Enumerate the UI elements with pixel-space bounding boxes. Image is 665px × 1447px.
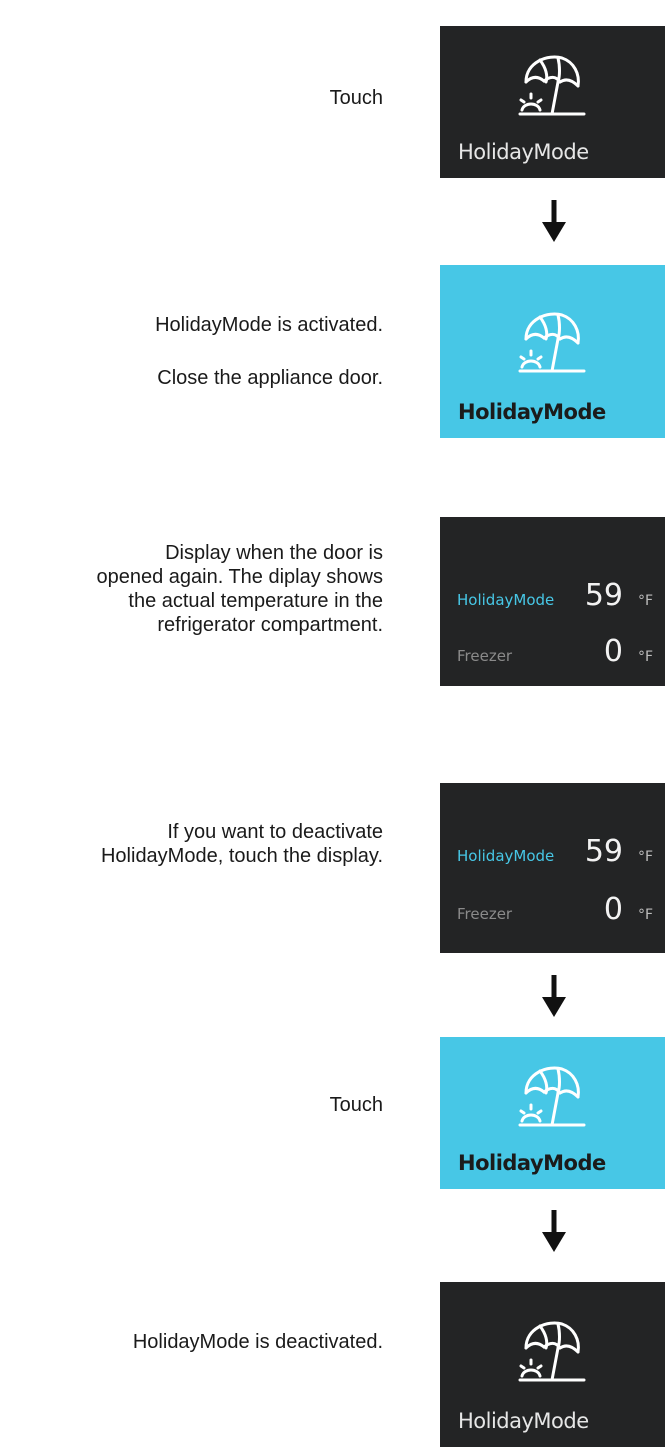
beach-umbrella-sun-icon xyxy=(518,312,586,373)
temp-unit: °F xyxy=(637,907,653,923)
holidaymode-temp-value: 59 xyxy=(584,834,623,869)
beach-umbrella-sun-icon xyxy=(518,1066,586,1127)
holidaymode-label: HolidayMode xyxy=(458,1151,606,1175)
step2-instruction-1: HolidayMode is activated. xyxy=(155,314,383,336)
holidaymode-button-active[interactable]: HolidayMode xyxy=(440,1037,665,1189)
down-arrow-icon xyxy=(542,1210,566,1252)
freezer-temp-value: 0 xyxy=(603,634,623,669)
holidaymode-temp-value: 59 xyxy=(584,578,623,613)
step5-instruction: Touch xyxy=(329,1094,383,1116)
down-arrow-icon xyxy=(542,200,566,242)
holidaymode-label: HolidayMode xyxy=(458,140,589,164)
freezer-temp-value: 0 xyxy=(603,892,623,927)
step3-instruction: Display when the door is opened again. T… xyxy=(96,542,383,636)
beach-umbrella-sun-icon xyxy=(518,55,586,116)
freezer-row-label: Freezer xyxy=(457,905,513,923)
holidaymode-label: HolidayMode xyxy=(458,1409,589,1433)
temp-unit: °F xyxy=(637,849,653,865)
holidaymode-row-label: HolidayMode xyxy=(457,591,555,609)
step6-instruction: HolidayMode is deactivated. xyxy=(132,1331,383,1353)
step1-instruction: Touch xyxy=(329,87,383,109)
holidaymode-button-inactive[interactable]: HolidayMode xyxy=(440,26,665,178)
holidaymode-button-inactive[interactable]: HolidayMode xyxy=(440,1282,665,1447)
temp-unit: °F xyxy=(637,649,653,665)
down-arrow-icon xyxy=(542,975,566,1017)
freezer-temp-row: Freezer 0 °F xyxy=(457,889,653,929)
step4-instruction: If you want to deactivate HolidayMode, t… xyxy=(100,821,383,867)
holidaymode-label: HolidayMode xyxy=(458,400,606,424)
holidaymode-temp-row: HolidayMode 59 °F xyxy=(457,575,653,615)
temperature-display-touch[interactable]: HolidayMode 59 °F Freezer 0 °F xyxy=(440,783,665,953)
freezer-row-label: Freezer xyxy=(457,647,513,665)
holidaymode-row-label: HolidayMode xyxy=(457,847,555,865)
holidaymode-temp-row: HolidayMode 59 °F xyxy=(457,831,653,871)
holidaymode-button-active[interactable]: HolidayMode xyxy=(440,265,665,438)
beach-umbrella-sun-icon xyxy=(518,1321,586,1382)
temp-unit: °F xyxy=(637,593,653,609)
temperature-display: HolidayMode 59 °F Freezer 0 °F xyxy=(440,517,665,686)
step2-instruction-2: Close the appliance door. xyxy=(157,367,383,389)
freezer-temp-row: Freezer 0 °F xyxy=(457,631,653,671)
